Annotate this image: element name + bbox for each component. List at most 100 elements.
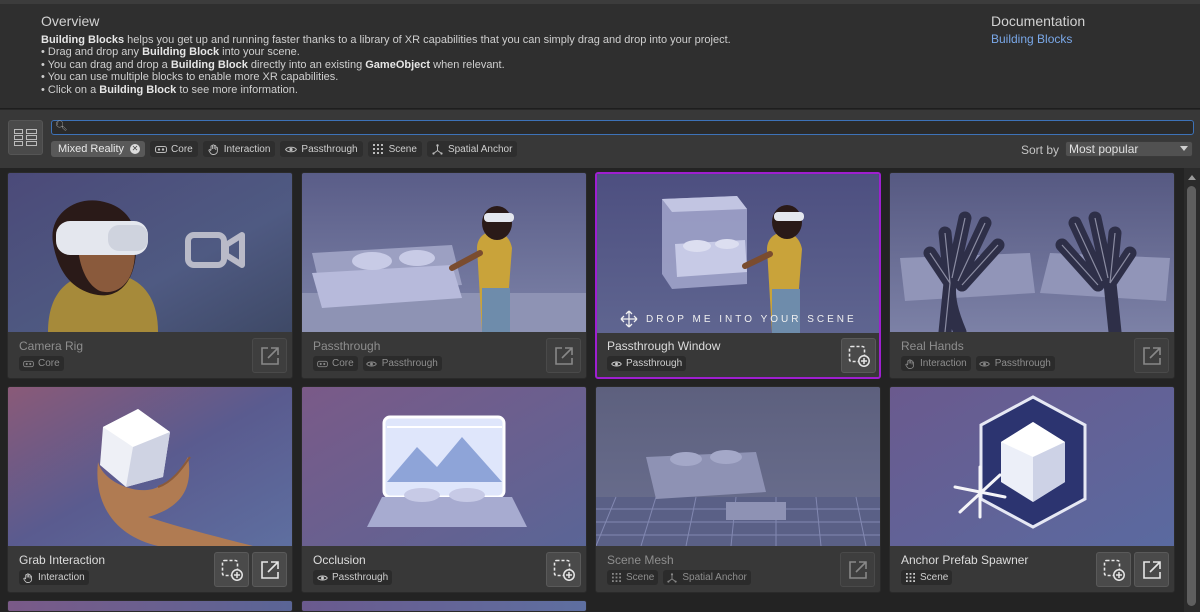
- block-tags: Passthrough: [607, 356, 687, 371]
- grid-icon: [904, 572, 916, 583]
- block-card-scene-mesh[interactable]: Scene Mesh Scene Spatial Anchor: [595, 386, 881, 593]
- close-icon[interactable]: ✕: [130, 144, 141, 154]
- bullet4-b: Building Block: [99, 83, 177, 96]
- anchor-icon: [431, 143, 444, 155]
- tag-label: Scene: [626, 572, 655, 583]
- chip-passthrough-label: Passthrough: [301, 143, 358, 155]
- external-link-icon: [1143, 347, 1161, 365]
- block-card-passthrough[interactable]: Passthrough Core Passthrough: [301, 172, 587, 379]
- intro-text: helps you get up and running faster than…: [124, 34, 731, 46]
- eye-icon: [366, 358, 378, 369]
- scroll-up-arrow-icon[interactable]: [1188, 175, 1196, 180]
- open-docs-button[interactable]: [252, 552, 287, 587]
- add-block-icon: [1103, 559, 1125, 581]
- open-docs-button[interactable]: [546, 338, 581, 373]
- intro-bold: Building Blocks: [41, 34, 125, 46]
- open-docs-button[interactable]: [1134, 552, 1169, 587]
- tag-label: Core: [332, 358, 354, 369]
- block-title: Camera Rig: [19, 339, 84, 353]
- block-title: Passthrough: [313, 339, 381, 353]
- bullet1-b: Building Block: [142, 46, 220, 59]
- sort-dropdown[interactable]: Most popular: [1065, 141, 1193, 157]
- tag-label: Core: [38, 358, 60, 369]
- tag-spatial-anchor: Spatial Anchor: [663, 570, 751, 585]
- partial-thumbnail: [8, 601, 292, 611]
- eye-icon: [316, 572, 328, 583]
- chip-mixed-reality[interactable]: Mixed Reality ✕: [51, 141, 146, 157]
- block-card-camera-rig[interactable]: Camera Rig Core: [7, 172, 293, 379]
- overview-panel: Overview Building Blocks helps you get u…: [0, 4, 1200, 109]
- external-link-icon: [1143, 561, 1161, 579]
- block-title: Scene Mesh: [607, 553, 674, 567]
- add-block-icon: [221, 559, 243, 581]
- block-card-occlusion[interactable]: Occlusion Passthrough: [301, 386, 587, 593]
- grid-view-button[interactable]: [8, 120, 43, 155]
- chip-core[interactable]: Core: [150, 141, 198, 157]
- search-icon: 🔍︎: [55, 121, 68, 132]
- tag-passthrough: Passthrough: [362, 356, 442, 371]
- open-docs-button[interactable]: [252, 338, 287, 373]
- add-block-icon: [553, 559, 575, 581]
- add-block-icon: [848, 345, 870, 367]
- block-card-grab-interaction[interactable]: Grab Interaction Interaction: [7, 386, 293, 593]
- camera-rig-thumbnail: [8, 173, 292, 332]
- eye-icon: [979, 358, 991, 369]
- block-card-partial-1[interactable]: [7, 600, 293, 612]
- scene-mesh-thumbnail: [596, 387, 880, 546]
- tag-passthrough: Passthrough: [975, 356, 1055, 371]
- chip-passthrough[interactable]: Passthrough: [280, 141, 363, 157]
- add-to-scene-button[interactable]: [546, 552, 581, 587]
- toolbar: 🔍︎ Mixed Reality ✕ Core Interaction Pass…: [0, 110, 1200, 168]
- occlusion-thumbnail: [302, 387, 586, 546]
- external-link-icon: [849, 561, 867, 579]
- bullet2-a: • You can drag and drop a: [41, 58, 171, 71]
- scrollbar-thumb[interactable]: [1187, 186, 1196, 606]
- block-card-anchor-prefab-spawner[interactable]: Anchor Prefab Spawner Scene: [889, 386, 1175, 593]
- tag-label: Interaction: [920, 358, 967, 369]
- open-docs-button[interactable]: [1134, 338, 1169, 373]
- headset-icon: [154, 143, 167, 155]
- chip-scene-label: Scene: [388, 143, 417, 155]
- tag-core: Core: [19, 356, 64, 371]
- bullet3: • You can use multiple blocks to enable …: [41, 71, 339, 84]
- chip-spatial-anchor[interactable]: Spatial Anchor: [426, 141, 518, 157]
- chip-spatial-anchor-label: Spatial Anchor: [447, 143, 513, 155]
- bullet2-c: directly into an existing: [247, 58, 366, 71]
- bullet2-e: when relevant.: [430, 58, 505, 71]
- tag-label: Interaction: [38, 572, 85, 583]
- vertical-scrollbar[interactable]: [1184, 168, 1200, 612]
- bullet4-c: to see more information.: [176, 83, 298, 96]
- external-link-icon: [555, 347, 573, 365]
- tag-passthrough: Passthrough: [607, 356, 687, 371]
- block-tags: Scene Spatial Anchor: [607, 570, 751, 585]
- block-card-real-hands[interactable]: Real Hands Interaction Passthrough: [889, 172, 1175, 379]
- hand-icon: [207, 143, 220, 155]
- blocks-grid: Camera Rig Core Passthrough Core Passthr…: [0, 168, 1200, 612]
- block-card-passthrough-window[interactable]: DROP ME INTO YOUR SCENE Passthrough Wind…: [595, 172, 881, 379]
- add-to-scene-button[interactable]: [841, 338, 876, 373]
- tag-passthrough: Passthrough: [313, 570, 393, 585]
- tag-interaction: Interaction: [901, 356, 971, 371]
- tag-label: Passthrough: [994, 358, 1051, 369]
- search-input[interactable]: 🔍︎: [51, 120, 1194, 135]
- block-tags: Core Passthrough: [313, 356, 442, 371]
- anchor-prefab-spawner-thumbnail: [890, 387, 1174, 546]
- sort-value: Most popular: [1069, 142, 1139, 156]
- bullet2-d: GameObject: [365, 58, 431, 71]
- documentation-link[interactable]: Building Blocks: [991, 32, 1072, 46]
- tag-scene: Scene: [901, 570, 953, 585]
- anchor-icon: [666, 572, 678, 583]
- block-card-partial-2[interactable]: [301, 600, 587, 612]
- add-to-scene-button[interactable]: [1096, 552, 1131, 587]
- block-title: Occlusion: [313, 553, 366, 567]
- grab-interaction-thumbnail: [8, 387, 292, 546]
- chip-interaction[interactable]: Interaction: [202, 141, 276, 157]
- chip-scene[interactable]: Scene: [367, 141, 422, 157]
- block-title: Passthrough Window: [607, 339, 721, 353]
- headset-icon: [316, 358, 328, 369]
- chip-interaction-label: Interaction: [223, 143, 271, 155]
- open-docs-button[interactable]: [840, 552, 875, 587]
- add-to-scene-button[interactable]: [214, 552, 249, 587]
- passthrough-thumbnail: [302, 173, 586, 332]
- real-hands-thumbnail: [890, 173, 1174, 332]
